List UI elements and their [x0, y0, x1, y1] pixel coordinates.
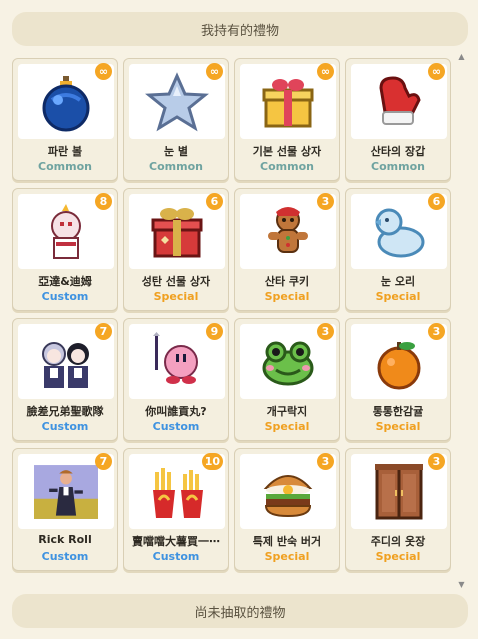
gift-card[interactable]: 6 눈 오리 Special [345, 188, 451, 311]
gift-rarity: Common [38, 160, 92, 173]
gift-name: 통통한감귤 [372, 405, 424, 418]
gift-count-badge: 3 [428, 453, 445, 470]
gift-count-badge: 6 [428, 193, 445, 210]
gift-rarity: Custom [152, 420, 200, 433]
gift-count-badge: 10 [201, 453, 223, 470]
gift-rarity: Special [264, 420, 310, 433]
gift-rarity: Special [264, 290, 310, 303]
gift-card[interactable]: 6 성탄 선물 상자 Special [123, 188, 229, 311]
gift-count-badge: 8 [95, 193, 112, 210]
gift-rarity: Special [375, 420, 421, 433]
undrawn-gifts-title: 尚未抽取的禮物 [194, 605, 286, 621]
gift-count-badge: 9 [206, 323, 223, 340]
gift-grid: ∞ 파란 볼 Common ∞ 눈 별 Common ∞ 기본 선물 상자 Common ∞ 산타의… [12, 52, 455, 571]
owned-gifts-header[interactable]: 我持有的禮物 [12, 12, 468, 46]
gift-rarity: Common [260, 160, 314, 173]
gift-rarity: Custom [41, 290, 89, 303]
gift-name: 눈 오리 [380, 275, 416, 288]
undrawn-gifts-header[interactable]: 尚未抽取的禮物 [12, 594, 468, 628]
gift-card[interactable]: ∞ 파란 볼 Common [12, 58, 118, 181]
gift-name: 파란 볼 [47, 145, 83, 158]
gift-card[interactable]: 3 개구락지 Special [234, 318, 340, 441]
gift-card[interactable]: 3 특제 반숙 버거 Special [234, 448, 340, 571]
gift-name: 기본 선물 상자 [252, 145, 322, 158]
gift-rarity: Special [153, 290, 199, 303]
scroll-down-arrow-icon[interactable]: ▼ [457, 580, 466, 590]
gift-rarity: Special [375, 290, 421, 303]
gift-count-badge: 3 [428, 323, 445, 340]
gift-rarity: Custom [41, 420, 89, 433]
gift-card[interactable]: 3 주디의 옷장 Special [345, 448, 451, 571]
gift-count-badge: 6 [206, 193, 223, 210]
scroll-up-arrow-icon[interactable]: ▲ [457, 52, 466, 62]
gift-name: 성탄 선물 상자 [141, 275, 211, 288]
gift-card[interactable]: ∞ 산타의 장갑 Common [345, 58, 451, 181]
gift-name: 賣噹噹大薯買一⋯ [132, 535, 220, 548]
gift-card[interactable]: 8 亞達&迪姆 Custom [12, 188, 118, 311]
gift-card[interactable]: 3 통통한감귤 Special [345, 318, 451, 441]
gift-name: 개구락지 [266, 405, 308, 418]
owned-gifts-title: 我持有的禮物 [200, 23, 279, 39]
gift-card[interactable]: 10 賣噹噹大薯買一⋯ Custom [123, 448, 229, 571]
gift-count-badge: 3 [317, 323, 334, 340]
gift-name: 특제 반숙 버거 [252, 535, 322, 548]
gift-card[interactable]: 7 Rick Roll Custom [12, 448, 118, 571]
gift-name: 주디의 옷장 [370, 535, 426, 548]
gift-count-badge: ∞ [428, 63, 445, 80]
gift-name: 亞達&迪姆 [38, 275, 92, 288]
scrollbar[interactable]: ▲ ▼ [457, 52, 466, 590]
gift-name: 산타 쿠키 [264, 275, 310, 288]
gift-rarity: Custom [152, 550, 200, 563]
gift-count-badge: 3 [317, 453, 334, 470]
gift-rarity: Special [375, 550, 421, 563]
gift-count-badge: 7 [95, 323, 112, 340]
gift-rarity: Common [371, 160, 425, 173]
gift-rarity: Custom [41, 550, 89, 563]
gift-name: 눈 별 [163, 145, 189, 158]
gift-count-badge: 7 [95, 453, 112, 470]
gift-name: 你叫誰貢丸? [145, 405, 207, 418]
gift-card[interactable]: 9 你叫誰貢丸? Custom [123, 318, 229, 441]
gift-card[interactable]: ∞ 기본 선물 상자 Common [234, 58, 340, 181]
gift-rarity: Special [264, 550, 310, 563]
gift-card[interactable]: 3 산타 쿠키 Special [234, 188, 340, 311]
gift-name: 臉差兄弟聖歌隊 [26, 405, 104, 418]
gift-name: 산타의 장갑 [370, 145, 426, 158]
gift-count-badge: ∞ [317, 63, 334, 80]
gift-list-scroll-area[interactable]: ∞ 파란 볼 Common ∞ 눈 별 Common ∞ 기본 선물 상자 Common ∞ 산타의… [12, 52, 455, 590]
gift-card[interactable]: 7 臉差兄弟聖歌隊 Custom [12, 318, 118, 441]
gift-count-badge: ∞ [206, 63, 223, 80]
gift-card[interactable]: ∞ 눈 별 Common [123, 58, 229, 181]
gift-count-badge: 3 [317, 193, 334, 210]
gift-count-badge: ∞ [95, 63, 112, 80]
gift-name: Rick Roll [38, 533, 92, 546]
gift-rarity: Common [149, 160, 203, 173]
